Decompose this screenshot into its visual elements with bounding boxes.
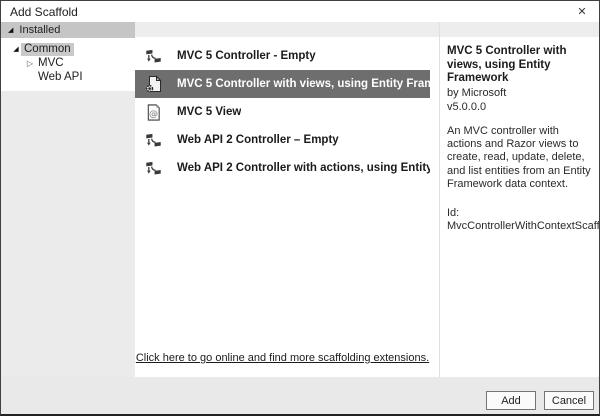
controller-icon (144, 47, 163, 66)
sidebar-group-installed[interactable]: ◢ Installed (1, 22, 135, 38)
scaffold-list-panel: MVC 5 Controller - Empty MVC 5 Controlle… (135, 22, 439, 377)
scaffold-item-label: Web API 2 Controller with actions, using… (177, 162, 430, 174)
category-tree: ◢ Common ▷ MVC Web API (1, 38, 135, 91)
close-icon[interactable]: ✕ (565, 1, 599, 22)
list-top-strip (135, 22, 439, 37)
add-scaffold-dialog: Add Scaffold ✕ ◢ Installed ◢ Common ▷ MV… (0, 0, 600, 416)
controller-icon (144, 131, 163, 150)
sidebar-group-label: Installed (19, 24, 60, 36)
tree-item-label: Common (21, 43, 74, 56)
dialog-footer: Add Cancel (1, 377, 599, 414)
scaffold-item-label: MVC 5 Controller - Empty (177, 50, 316, 62)
details-id: Id: MvcControllerWithContextScaffolder (447, 207, 591, 234)
details-title: MVC 5 Controller with views, using Entit… (447, 45, 591, 86)
tree-item-web-api[interactable]: Web API (1, 71, 135, 84)
expander-icon[interactable]: ◢ (11, 46, 21, 53)
tree-item-mvc[interactable]: ▷ MVC (1, 57, 135, 70)
details-author: by Microsoft (447, 87, 591, 100)
expander-icon[interactable]: ◢ (8, 27, 13, 34)
controller-icon (144, 159, 163, 178)
list-item-webapi2-controller-empty[interactable]: Web API 2 Controller – Empty (135, 126, 430, 154)
details-panel: MVC 5 Controller with views, using Entit… (439, 22, 599, 377)
tree-item-label: MVC (35, 57, 67, 70)
details-top-strip (440, 22, 599, 37)
details-version: v5.0.0.0 (447, 101, 591, 114)
svg-text:@: @ (149, 109, 158, 119)
list-item-mvc5-controller-empty[interactable]: MVC 5 Controller - Empty (135, 42, 430, 70)
dialog-content: ◢ Installed ◢ Common ▷ MVC Web API (1, 22, 599, 377)
scaffold-item-label: Web API 2 Controller – Empty (177, 134, 339, 146)
category-sidebar: ◢ Installed ◢ Common ▷ MVC Web API (1, 22, 135, 377)
document-gear-icon (144, 75, 163, 94)
collapsed-expander-icon[interactable]: ▷ (25, 60, 35, 68)
title-bar: Add Scaffold ✕ (1, 1, 599, 22)
razor-view-icon: @ (144, 103, 163, 122)
tree-item-common[interactable]: ◢ Common (1, 43, 135, 56)
find-extensions-link[interactable]: Click here to go online and find more sc… (135, 352, 430, 364)
tree-item-label: Web API (35, 71, 86, 84)
list-item-mvc5-view[interactable]: @ MVC 5 View (135, 98, 430, 126)
scaffold-item-label: MVC 5 Controller with views, using Entit… (177, 78, 430, 90)
scaffold-list: MVC 5 Controller - Empty MVC 5 Controlle… (135, 37, 439, 377)
scaffold-item-label: MVC 5 View (177, 106, 241, 118)
cancel-button[interactable]: Cancel (544, 391, 594, 410)
details-body: MVC 5 Controller with views, using Entit… (440, 37, 599, 233)
add-button[interactable]: Add (486, 391, 536, 410)
sidebar-fill (1, 91, 135, 377)
details-description: An MVC controller with actions and Razor… (447, 125, 591, 192)
list-item-mvc5-controller-views-ef[interactable]: MVC 5 Controller with views, using Entit… (135, 70, 430, 98)
dialog-title: Add Scaffold (10, 5, 78, 19)
list-item-webapi2-controller-actions-ef[interactable]: Web API 2 Controller with actions, using… (135, 154, 430, 182)
